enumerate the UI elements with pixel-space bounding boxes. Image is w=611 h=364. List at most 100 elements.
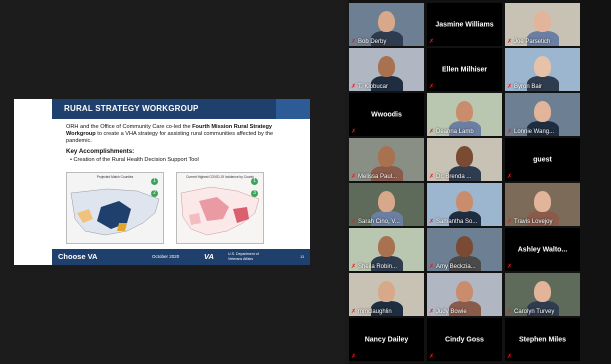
participant-tile[interactable]: ✗ T. Klobucar	[349, 48, 424, 91]
participant-tile[interactable]: ✗ mmclaughlin	[349, 273, 424, 316]
participant-face	[534, 11, 551, 32]
participant-face	[456, 101, 473, 122]
mic-muted-icon: ✗	[429, 129, 435, 135]
participant-tile[interactable]: Cindy Goss ✗	[427, 318, 502, 361]
participant-tile[interactable]: ✗ Deanna Lamb	[427, 93, 502, 136]
mic-muted-icon: ✗	[429, 309, 435, 315]
participant-tile[interactable]: ✗ Travis Lovejoy	[505, 183, 580, 226]
participant-face	[534, 191, 551, 212]
participant-tile[interactable]: ✗ Bob Derby	[349, 3, 424, 46]
participant-name: Dr. Brenda ...	[436, 174, 472, 180]
mic-muted-icon: ✗	[429, 174, 435, 180]
intro-text-a: ORH and the Office of Community Care co-…	[66, 124, 193, 130]
participant-name: Cindy Goss	[445, 336, 484, 343]
slide-page-number: 13	[300, 255, 304, 259]
participant-tile[interactable]: ✗ Carolyn Turvey	[505, 273, 580, 316]
participant-tile[interactable]: ✗ Byron Bair	[505, 48, 580, 91]
mic-muted-icon: ✗	[507, 84, 513, 90]
participant-name: Judy Bowie	[436, 309, 467, 315]
slide-body: ORH and the Office of Community Care co-…	[66, 124, 286, 164]
participant-name: T. Klobucar	[358, 84, 389, 90]
video-gallery: ✗ Bob Derby Jasmine Williams ✗ ✗ Joe Parsetic…	[349, 0, 611, 364]
mic-muted-icon: ✗	[507, 39, 513, 45]
mic-muted-icon: ✗	[507, 264, 513, 270]
mic-muted-icon: ✗	[507, 354, 513, 360]
participant-name: Wwoodis	[371, 111, 402, 118]
participant-name: Deanna Lamb	[436, 129, 474, 135]
mic-muted-icon: ✗	[351, 174, 357, 180]
participant-name: Ellen Milhiser	[441, 66, 488, 73]
choose-va-logo: Choose VA	[58, 252, 98, 261]
intro-text-c: to create a VHA strategy for assisting r…	[66, 131, 274, 144]
participant-tile[interactable]: ✗ Sarah Cino, V...	[349, 183, 424, 226]
mic-muted-icon: ✗	[429, 219, 435, 225]
participant-tile[interactable]: ✗ Judy Bowie	[427, 273, 502, 316]
participant-face	[378, 56, 395, 77]
participant-name: Melissa Paul...	[358, 174, 398, 180]
shared-screen: RURAL STRATEGY WORKGROUP ORH and the Off…	[0, 0, 345, 364]
participant-name: Joe Parsetich	[514, 39, 551, 45]
participant-face	[534, 101, 551, 122]
participant-tile[interactable]: Jasmine Williams ✗	[427, 3, 502, 46]
participant-face	[456, 281, 473, 302]
key-accomplishments-heading: Key Accomplishments:	[66, 148, 135, 155]
participant-name: Jasmine Williams	[435, 21, 494, 28]
slide-title: RURAL STRATEGY WORKGROUP	[52, 99, 276, 119]
participant-tile[interactable]: Ellen Milhiser ✗	[427, 48, 502, 91]
mic-muted-icon: ✗	[429, 354, 435, 360]
mic-muted-icon: ✗	[351, 39, 357, 45]
participant-name: Amy Beckzia...	[436, 264, 476, 270]
mic-muted-icon: ✗	[507, 174, 513, 180]
map-badge-1b: 1	[251, 178, 258, 185]
mic-muted-icon: ✗	[429, 84, 435, 90]
map-badge-2: 2	[151, 190, 158, 197]
participant-face	[378, 281, 395, 302]
mic-muted-icon: ✗	[429, 264, 435, 270]
participant-face	[534, 281, 551, 302]
participant-name: Samantha So...	[436, 219, 478, 225]
participant-tile[interactable]: ✗ Amy Beckzia...	[427, 228, 502, 271]
participant-name: Byron Bair	[514, 84, 543, 90]
participant-tile[interactable]: ✗ Melissa Paul...	[349, 138, 424, 181]
mic-muted-icon: ✗	[507, 129, 513, 135]
participant-tile[interactable]: ✗ Joe Parsetich	[505, 3, 580, 46]
slide-date: October 2020	[152, 254, 180, 259]
map1-graphic	[70, 188, 160, 236]
mic-muted-icon: ✗	[429, 39, 435, 45]
participant-tile[interactable]: ✗ Samantha So...	[427, 183, 502, 226]
participant-tile[interactable]: ✗ Sheila Robin...	[349, 228, 424, 271]
participant-name: guest	[533, 156, 552, 163]
map-projected-match: Projected Match Counties 1 2	[66, 172, 164, 244]
map-badge-3: 3	[251, 190, 258, 197]
map-badge-1: 1	[151, 178, 158, 185]
participant-face	[456, 146, 473, 167]
participant-face	[378, 11, 395, 32]
participant-name: Travis Lovejoy	[514, 219, 553, 225]
map2-graphic	[180, 186, 260, 236]
participant-tile[interactable]: ✗ Dr. Brenda ...	[427, 138, 502, 181]
slide-footer: Choose VA October 2020 VA U.S. Departmen…	[52, 249, 310, 265]
mic-muted-icon: ✗	[351, 354, 357, 360]
participant-tile[interactable]: Ashley Walto... ✗	[505, 228, 580, 271]
participant-face	[534, 56, 551, 77]
mic-muted-icon: ✗	[507, 219, 513, 225]
slide-intro: ORH and the Office of Community Care co-…	[66, 124, 286, 145]
slide-header-accent	[276, 99, 310, 119]
va-logo: VA	[204, 252, 214, 261]
bullet-item: • Creation of the Rural Health Decision …	[70, 157, 199, 163]
participant-face	[378, 236, 395, 257]
va-department-text: U.S. Department of Veterans Affairs	[228, 252, 259, 261]
participant-face	[456, 191, 473, 212]
participant-tile[interactable]: guest ✗	[505, 138, 580, 181]
participant-face	[378, 191, 395, 212]
participant-name: Bob Derby	[358, 39, 387, 45]
participant-face	[378, 146, 395, 167]
participant-tile[interactable]: Nancy Dailey ✗	[349, 318, 424, 361]
participant-tile[interactable]: Stephen Miles ✗	[505, 318, 580, 361]
mic-muted-icon: ✗	[351, 129, 357, 135]
participant-name: Lonnie Wang...	[514, 129, 555, 135]
bullet-text: Creation of the Rural Health Decision Su…	[73, 157, 199, 163]
participant-tile[interactable]: ✗ Lonnie Wang...	[505, 93, 580, 136]
participant-tile[interactable]: Wwoodis ✗	[349, 93, 424, 136]
mic-muted-icon: ✗	[351, 309, 357, 315]
